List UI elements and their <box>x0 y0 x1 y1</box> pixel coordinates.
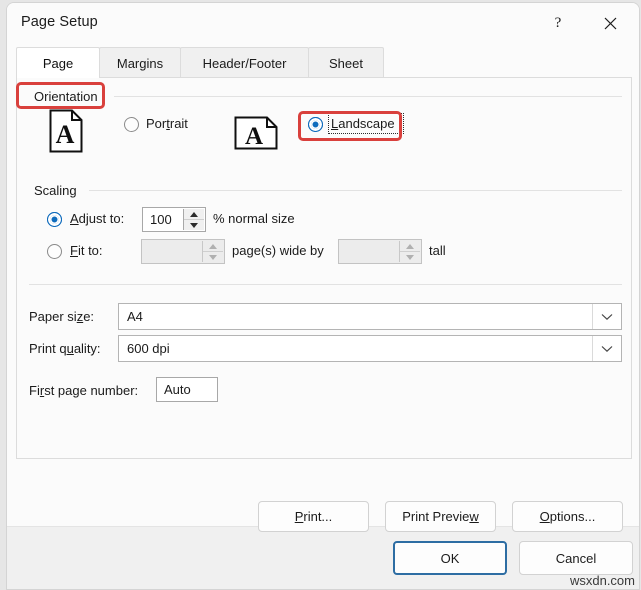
print-button[interactable]: Print... <box>258 501 369 532</box>
help-icon[interactable]: ? <box>535 7 581 39</box>
portrait-radio-label[interactable]: Portrait <box>146 116 188 131</box>
fit-label-acc: F <box>70 243 78 258</box>
landscape-page-icon[interactable]: A <box>234 116 278 153</box>
adjust-to-spinner[interactable]: 100 <box>142 207 206 232</box>
print-quality-label-acc: u <box>66 341 74 356</box>
scaling-group-label: Scaling <box>29 183 82 198</box>
tab-panel-page: Orientation A Portrait A Landscape Scali… <box>16 77 632 532</box>
paper-size-select[interactable]: A4 <box>118 303 622 330</box>
paper-size-label-post: e: <box>83 309 95 324</box>
print-quality-select[interactable]: 600 dpi <box>118 335 622 362</box>
question-mark-glyph: ? <box>554 14 562 31</box>
first-page-label-pre: Fi <box>29 383 40 398</box>
fit-wide-spin-up[interactable] <box>203 241 223 251</box>
scaling-group-rule <box>89 190 622 191</box>
landscape-radio[interactable] <box>308 117 323 132</box>
dialog-footer: OK Cancel <box>7 526 639 589</box>
adjust-to-spin-buttons[interactable] <box>183 209 204 230</box>
arrow-down-icon <box>406 254 414 260</box>
orientation-group-rule <box>114 96 622 97</box>
tab-header-footer[interactable]: Header/Footer <box>180 47 309 78</box>
portrait-page-icon[interactable]: A <box>49 109 83 156</box>
first-page-number-input[interactable]: Auto <box>156 377 218 402</box>
print-quality-label-pre: Print q <box>29 341 67 356</box>
print-quality-label-post: ality: <box>73 341 101 356</box>
fit-tall-spin-down[interactable] <box>400 251 420 262</box>
chevron-down-glyph <box>601 313 613 320</box>
adjust-to-spin-up[interactable] <box>184 209 204 219</box>
arrow-up-icon <box>406 243 414 249</box>
cancel-button[interactable]: Cancel <box>519 541 633 575</box>
page-setup-dialog: Page Setup ? Page Margins Header/Footer … <box>6 2 640 590</box>
fit-to-label[interactable]: Fit to: <box>70 243 103 258</box>
tab-page[interactable]: Page <box>16 47 100 78</box>
adjust-to-label[interactable]: Adjust to: <box>70 211 124 226</box>
print-quality-value: 600 dpi <box>127 341 170 356</box>
print-label-acc: P <box>294 509 304 524</box>
close-glyph <box>604 17 616 29</box>
paper-size-label-pre: Paper si <box>29 309 77 324</box>
fit-to-wide-suffix: page(s) wide by <box>232 243 324 258</box>
fit-label-post: it to: <box>77 243 103 258</box>
fit-to-tall-spinner[interactable] <box>338 239 422 264</box>
arrow-up-icon <box>209 243 217 249</box>
svg-text:A: A <box>245 123 263 150</box>
portrait-label-pre: Por <box>146 116 167 131</box>
options-label-acc: O <box>539 509 550 524</box>
adjust-to-radio[interactable] <box>47 212 62 227</box>
print-quality-label: Print quality: <box>29 341 101 356</box>
adjust-to-spin-down[interactable] <box>184 219 204 230</box>
arrow-down-icon <box>209 254 217 260</box>
page-title: Page Setup <box>21 14 98 30</box>
fit-wide-spin-down[interactable] <box>203 251 223 262</box>
fit-to-tall-spin-buttons[interactable] <box>399 241 420 262</box>
close-icon[interactable] <box>587 7 633 39</box>
orientation-group-label: Orientation <box>29 89 103 104</box>
tab-margins[interactable]: Margins <box>99 47 181 78</box>
first-page-number-value: Auto <box>164 382 191 397</box>
print-preview-label-acc: w <box>469 509 479 524</box>
adjust-to-suffix: % normal size <box>213 211 295 226</box>
arrow-up-icon <box>190 211 198 217</box>
fit-to-wide-spinner[interactable] <box>141 239 225 264</box>
scaling-bottom-rule <box>29 284 622 285</box>
adjust-label-post: djust to: <box>78 211 125 226</box>
fit-to-wide-spin-buttons[interactable] <box>202 241 223 262</box>
svg-text:A: A <box>56 120 75 149</box>
fit-to-tall-suffix: tall <box>429 243 446 258</box>
landscape-focus-rect <box>328 113 404 134</box>
options-label-post: ptions... <box>549 509 596 524</box>
watermark: wsxdn.com <box>569 573 635 588</box>
paper-size-value: A4 <box>127 309 143 324</box>
print-label-post: rint... <box>303 509 333 524</box>
print-preview-button[interactable]: Print Previe w <box>385 501 496 532</box>
options-button[interactable]: Options... <box>512 501 623 532</box>
portrait-label-post: rait <box>169 116 188 131</box>
adjust-label-acc: A <box>70 211 79 226</box>
fit-tall-spin-up[interactable] <box>400 241 420 251</box>
portrait-radio[interactable] <box>124 117 139 132</box>
paper-size-label: Paper size: <box>29 309 94 324</box>
chevron-down-glyph <box>601 345 613 352</box>
first-page-label-post: st page number: <box>44 383 139 398</box>
first-page-number-label: First page number: <box>29 383 138 398</box>
fit-to-radio[interactable] <box>47 244 62 259</box>
tab-sheet[interactable]: Sheet <box>308 47 384 78</box>
tab-strip: Page Margins Header/Footer Sheet <box>7 47 639 78</box>
chevron-down-icon[interactable] <box>592 304 621 329</box>
chevron-down-icon[interactable] <box>592 336 621 361</box>
adjust-to-value: 100 <box>150 212 172 227</box>
print-preview-label-pre: Print Previe <box>402 509 470 524</box>
title-bar: Page Setup ? <box>7 3 639 47</box>
arrow-down-icon <box>190 222 198 228</box>
ok-button[interactable]: OK <box>393 541 507 575</box>
